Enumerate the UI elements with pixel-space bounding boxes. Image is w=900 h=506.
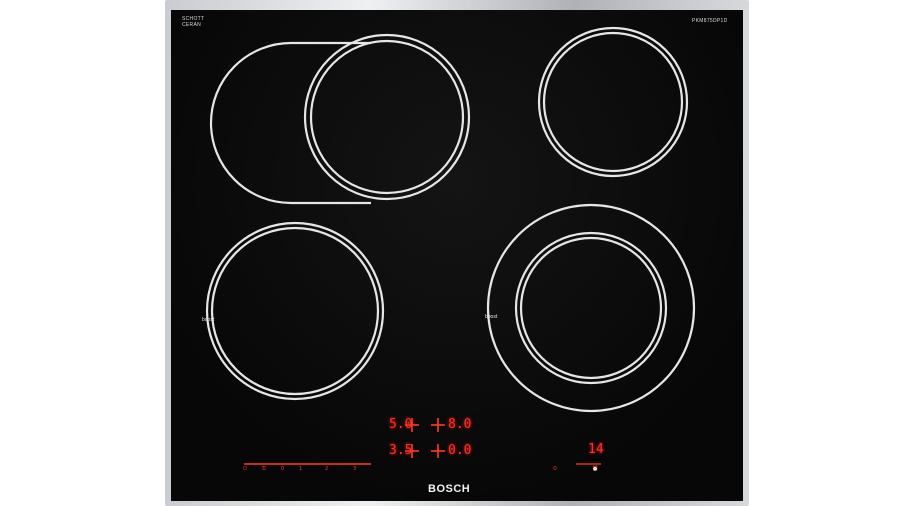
bosch-logo: BOSCH [428, 483, 471, 495]
slider-digit-1[interactable]: 1 [299, 466, 302, 472]
zone-top-right-inner [542, 31, 684, 173]
timer-icon[interactable]: ⏱ [553, 466, 557, 472]
model-number: PKM875DP1D [692, 18, 728, 24]
zone-top-left-inner [309, 39, 465, 195]
zone-bottom-left-inner [210, 226, 380, 396]
display-top-right: 8.0 [448, 417, 472, 432]
zone-top-left-main [303, 33, 471, 201]
power-icon[interactable]: ⏻ [243, 466, 247, 472]
boost-label-left: boost [202, 317, 215, 323]
slider-digit-0[interactable]: 0 [281, 466, 284, 472]
extended-zone-left-arc [209, 41, 292, 205]
ceramic-glass-surface: SCHOTT CERAN PKM875DP1D boost boost 5.0 8… [171, 10, 743, 501]
slider-digit-3[interactable]: 3 [353, 466, 356, 472]
zone-bottom-right-outer [486, 203, 696, 413]
slider-digit-2[interactable]: 2 [325, 466, 328, 472]
schott-ceran-label: SCHOTT CERAN [182, 16, 205, 28]
timer-display: 14 [588, 442, 604, 457]
display-top-left: 5.0 [389, 417, 413, 432]
zone-bottom-right-inner2 [519, 236, 663, 380]
display-bottom-left: 3.5 [389, 443, 413, 458]
display-bottom-right: 0.0 [448, 443, 472, 458]
zone-top-right-outer [537, 26, 689, 178]
zone-bottom-left-outer [205, 221, 385, 401]
zone-bottom-right-inner [514, 231, 668, 385]
boost-label-right: boost [485, 314, 498, 320]
lock-icon[interactable]: ⚿ [262, 466, 266, 472]
alarm-icon[interactable]: ⏰ [592, 466, 598, 472]
